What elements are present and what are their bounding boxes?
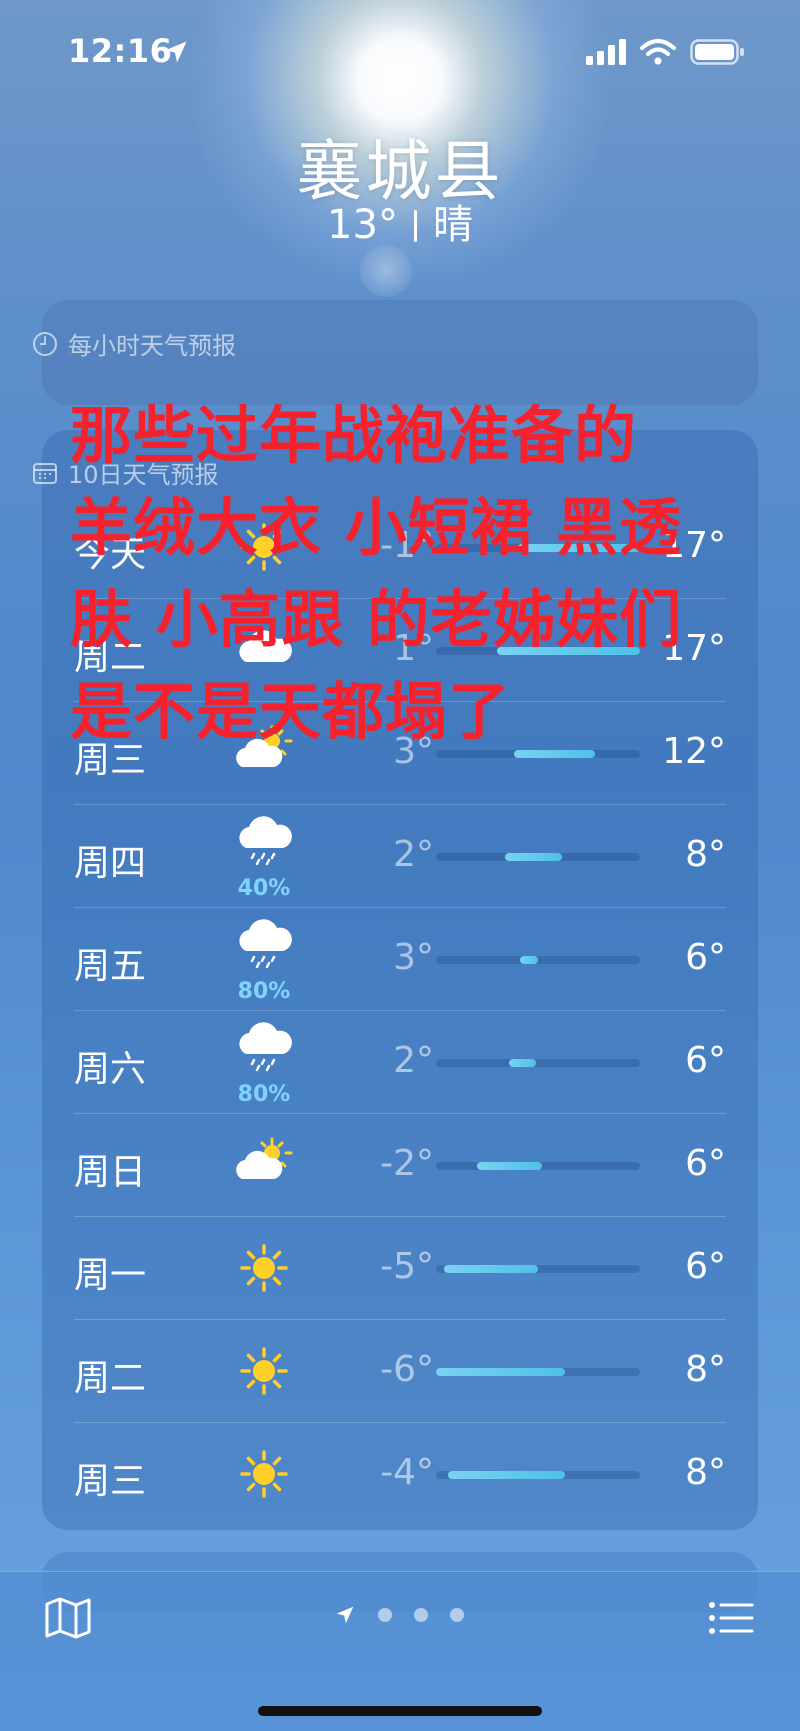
low-temp: -2° — [380, 1143, 434, 1184]
sun-icon — [224, 1228, 304, 1308]
overlay-line: 是不是天都塌了 — [70, 675, 512, 748]
clock-icon — [33, 331, 57, 356]
row-divider — [74, 1010, 726, 1011]
list-icon[interactable] — [708, 1600, 754, 1636]
temp-range-fill — [476, 1162, 543, 1170]
temp-range-fill — [519, 956, 538, 964]
rain-icon — [224, 909, 304, 989]
overlay-line: 羊绒大衣 小短裙 黑透 — [70, 491, 683, 564]
low-temp: 3° — [393, 937, 434, 978]
hourly-forecast-header: 每小时天气预报 — [32, 326, 236, 361]
page-dot[interactable] — [378, 1608, 392, 1622]
forecast-day: 周六 — [74, 1049, 147, 1090]
temp-range-bar — [436, 853, 640, 861]
hourly-forecast-title: 每小时天气预报 — [68, 332, 236, 360]
sun-icon — [224, 1434, 304, 1514]
overlay-line: 肤 小高跟 的老姊妹们 — [70, 583, 683, 656]
low-temp: 2° — [393, 1040, 434, 1081]
low-temp: -4° — [380, 1452, 434, 1493]
forecast-day: 周三 — [74, 1461, 147, 1502]
temp-range-bar — [436, 1471, 640, 1479]
page-indicator[interactable] — [334, 1604, 464, 1626]
low-temp: -5° — [380, 1246, 434, 1287]
row-divider — [74, 907, 726, 908]
forecast-day: 周五 — [74, 946, 147, 987]
rain-icon — [224, 1012, 304, 1092]
calendar-icon — [33, 462, 57, 484]
temp-range-bar — [436, 1265, 640, 1273]
row-divider — [74, 1216, 726, 1217]
page-dot[interactable] — [414, 1608, 428, 1622]
forecast-row[interactable]: 周四 40% 2° 8° — [74, 804, 726, 907]
lens-flare — [360, 245, 412, 297]
row-divider — [74, 1319, 726, 1320]
battery-icon — [690, 39, 744, 65]
temp-range-bar — [436, 1368, 640, 1376]
current-condition: 晴 — [432, 202, 473, 248]
low-temp: -6° — [380, 1349, 434, 1390]
forecast-day: 周一 — [74, 1255, 147, 1296]
high-temp: 8° — [685, 1349, 726, 1390]
precip-chance: 80% — [237, 1082, 291, 1107]
home-indicator — [258, 1706, 542, 1716]
overlay-line: 那些过年战袍准备的 — [70, 399, 638, 472]
overlay-caption: 那些过年战袍准备的 羊绒大衣 小短裙 黑透 肤 小高跟 的老姊妹们 是不是天都塌… — [70, 390, 770, 758]
partly-cloudy-icon — [224, 1125, 304, 1205]
status-bar: 12:16 — [0, 0, 800, 100]
separator — [413, 210, 417, 242]
status-time: 12:16 — [68, 32, 173, 70]
forecast-row[interactable]: 周五 80% 3° 6° — [74, 907, 726, 1010]
page-dot[interactable] — [450, 1608, 464, 1622]
temp-range-fill — [448, 1471, 565, 1479]
high-temp: 6° — [685, 1040, 726, 1081]
location-arrow-icon — [165, 41, 187, 63]
forecast-day: 周二 — [74, 1358, 147, 1399]
row-divider — [74, 804, 726, 805]
temp-range-fill — [436, 1368, 565, 1376]
high-temp: 6° — [685, 1246, 726, 1287]
forecast-row[interactable]: 周六 80% 2° 6° — [74, 1010, 726, 1113]
row-divider — [74, 1422, 726, 1423]
low-temp: 2° — [393, 834, 434, 875]
sun-icon — [224, 1331, 304, 1411]
rain-icon — [224, 806, 304, 886]
high-temp: 6° — [685, 937, 726, 978]
map-icon[interactable] — [44, 1596, 92, 1640]
forecast-day: 周日 — [74, 1152, 147, 1193]
temp-range-fill — [444, 1265, 538, 1273]
precip-chance: 80% — [237, 979, 291, 1004]
temp-range-fill — [505, 853, 563, 861]
wifi-icon — [640, 39, 676, 65]
high-temp: 8° — [685, 834, 726, 875]
temp-range-bar — [436, 956, 640, 964]
current-temp: 13° — [327, 202, 398, 248]
location-arrow-icon[interactable] — [334, 1604, 356, 1626]
temp-range-bar — [436, 1059, 640, 1067]
forecast-day: 周四 — [74, 843, 147, 884]
forecast-row[interactable]: 周日 -2° 6° — [74, 1113, 726, 1216]
high-temp: 8° — [685, 1452, 726, 1493]
temp-range-bar — [436, 1162, 640, 1170]
high-temp: 6° — [685, 1143, 726, 1184]
forecast-row[interactable]: 周二 -6° 8° — [74, 1319, 726, 1422]
precip-chance: 40% — [237, 876, 291, 901]
forecast-row[interactable]: 周三 -4° 8° — [74, 1422, 726, 1525]
forecast-row[interactable]: 周一 -5° 6° — [74, 1216, 726, 1319]
signal-icon — [586, 39, 626, 65]
temp-range-fill — [509, 1059, 536, 1067]
row-divider — [74, 1113, 726, 1114]
current-conditions: 13° 晴 — [0, 192, 800, 250]
